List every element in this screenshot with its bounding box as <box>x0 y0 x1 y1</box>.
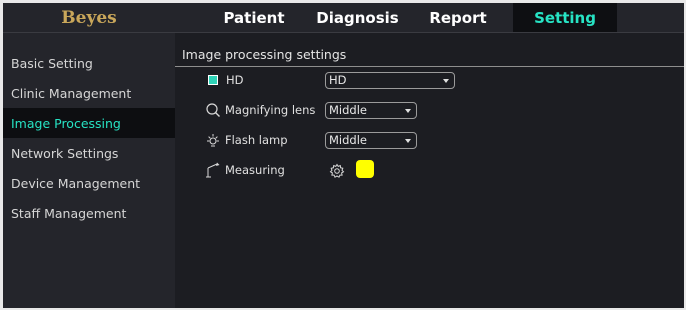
gear-icon[interactable] <box>328 162 346 180</box>
measuring-label: Measuring <box>225 163 285 177</box>
tab-setting[interactable]: Setting <box>513 3 617 32</box>
magnifying-lens-select-value: Middle <box>329 103 367 117</box>
hd-checkbox[interactable] <box>208 75 218 85</box>
hd-select-value: HD <box>329 73 347 87</box>
tab-report[interactable]: Report <box>403 3 513 32</box>
search-icon <box>205 102 221 118</box>
flash-lamp-label: Flash lamp <box>225 133 288 147</box>
sidebar-item-basic-setting[interactable]: Basic Setting <box>3 48 175 78</box>
measuring-row: Measuring <box>175 160 684 182</box>
chevron-down-icon <box>443 79 449 83</box>
magnifying-lens-label: Magnifying lens <box>225 103 316 117</box>
measure-icon <box>205 162 221 178</box>
hd-row: HD HD <box>175 70 684 92</box>
hd-select[interactable]: HD <box>325 72 455 89</box>
measure-color-swatch[interactable] <box>356 160 374 178</box>
sidebar-item-network-settings[interactable]: Network Settings <box>3 138 175 168</box>
flash-lamp-select[interactable]: Middle <box>325 132 417 149</box>
image-processing-panel: Image processing settings HD HD Magnifyi… <box>175 33 684 308</box>
sidebar-item-image-processing[interactable]: Image Processing <box>3 108 175 138</box>
lamp-icon <box>205 132 221 148</box>
settings-sidebar: Basic Setting Clinic Management Image Pr… <box>3 33 175 308</box>
chevron-down-icon <box>405 139 411 143</box>
chevron-down-icon <box>405 109 411 113</box>
hd-label: HD <box>226 73 244 87</box>
top-navigation-bar: Beyes Patient Diagnosis Report Setting <box>3 3 684 33</box>
app-window: Beyes Patient Diagnosis Report Setting B… <box>3 3 684 308</box>
section-divider <box>175 66 684 67</box>
app-logo: Beyes <box>61 7 117 28</box>
magnifying-lens-row: Magnifying lens Middle <box>175 100 684 122</box>
flash-lamp-row: Flash lamp Middle <box>175 130 684 152</box>
section-title: Image processing settings <box>182 47 347 62</box>
sidebar-item-staff-management[interactable]: Staff Management <box>3 198 175 228</box>
tab-diagnosis[interactable]: Diagnosis <box>312 3 403 32</box>
flash-lamp-select-value: Middle <box>329 133 367 147</box>
tab-patient[interactable]: Patient <box>196 3 312 32</box>
magnifying-lens-select[interactable]: Middle <box>325 102 417 119</box>
sidebar-item-clinic-management[interactable]: Clinic Management <box>3 78 175 108</box>
sidebar-item-device-management[interactable]: Device Management <box>3 168 175 198</box>
